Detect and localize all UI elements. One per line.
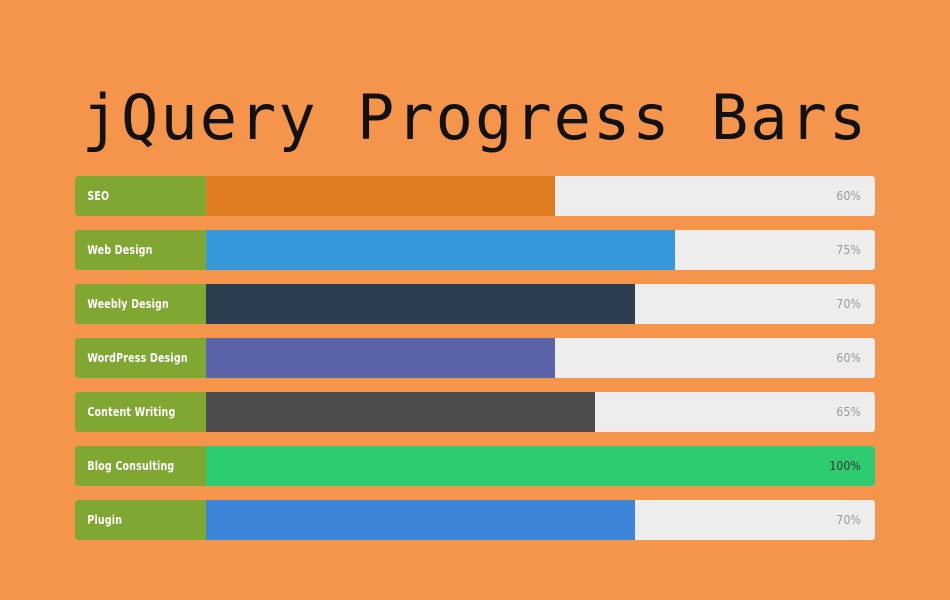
page-title: jQuery Progress Bars: [81, 80, 869, 154]
progress-bar-label-text: SEO: [87, 189, 110, 203]
progress-bar-percent: 100%: [829, 459, 861, 473]
progress-bar-row[interactable]: Plugin 70%: [75, 500, 875, 540]
progress-bars-page: jQuery Progress Bars SEO 60% Web Design 75%…: [0, 0, 950, 600]
progress-bar-row[interactable]: WordPress Design 60%: [75, 338, 875, 378]
progress-bar-label-text: Weebly Design: [87, 297, 169, 311]
progress-bar-row[interactable]: Weebly Design 70%: [75, 284, 875, 324]
progress-bar-percent: 70%: [836, 297, 861, 311]
progress-bar-label-text: Blog Consulting: [87, 459, 175, 473]
progress-bar-percent: 60%: [836, 351, 861, 365]
progress-bar-row[interactable]: Blog Consulting 100%: [75, 446, 875, 486]
progress-bar-percent: 65%: [836, 405, 861, 419]
progress-bar-label-text: Content Writing: [87, 405, 176, 419]
progress-bar-row[interactable]: SEO 60%: [75, 176, 875, 216]
progress-bar-label: WordPress Design: [75, 338, 206, 378]
progress-bar-label: Weebly Design: [75, 284, 206, 324]
progress-bar-percent: 75%: [836, 243, 861, 257]
progress-bar-label: Web Design: [75, 230, 206, 270]
progress-bar-label: Plugin: [75, 500, 206, 540]
progress-bar-label: Content Writing: [75, 392, 206, 432]
progress-bar-percent: 60%: [836, 189, 861, 203]
progress-bar-label-text: Web Design: [87, 243, 153, 257]
progress-bar-label: SEO: [75, 176, 206, 216]
progress-bar-list: SEO 60% Web Design 75% Weebly Design 70% WordP…: [75, 176, 875, 540]
progress-bar-row[interactable]: Web Design 75%: [75, 230, 875, 270]
progress-bar-label: Blog Consulting: [75, 446, 206, 486]
progress-bar-label-text: WordPress Design: [87, 351, 188, 365]
progress-bar-percent: 70%: [836, 513, 861, 527]
progress-bar-label-text: Plugin: [87, 513, 123, 527]
progress-bar-row[interactable]: Content Writing 65%: [75, 392, 875, 432]
